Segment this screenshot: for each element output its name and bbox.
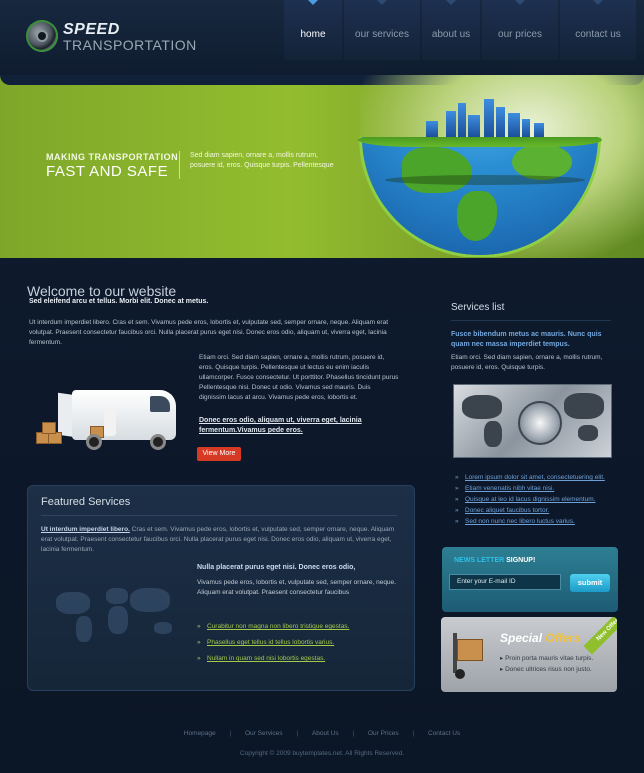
copyright: Copyright © 2009 buytemplates.net. All R… [239,750,405,757]
globe-grass [358,137,602,147]
featured-list: Curabitur non magna non libero tristique… [197,619,407,667]
globe-body [362,137,598,255]
logo-disc-icon [26,20,58,52]
services-list: Lorem ipsum dolor sit amet, consectetuer… [455,472,625,527]
services-heading: Fusce bibendum metus ac mauris. Nunc qui… [451,331,602,348]
nav-our-services[interactable]: our services [344,0,420,60]
footer-nav: Homepage | Our Services | About Us | Our… [0,730,644,737]
page: SPEED TRANSPORTATION home our services a… [0,0,644,773]
divider [41,515,397,516]
nav-contact-us[interactable]: contact us [560,0,636,60]
logo-subtitle: TRANSPORTATION [63,37,197,53]
main-nav: home our services about us our prices co… [284,0,638,60]
hero-banner: MAKING TRANSPORTATION FAST AND SAFE Sed … [0,75,644,258]
welcome-paragraph: Ut interdum imperdiet libero. Cras et se… [29,319,389,346]
welcome-title: Welcome to our website [27,283,177,299]
nav-marker-icon [377,0,387,5]
delivery-van-image [32,386,182,462]
featured-paragraph-2: Vivamus pede eros, lobortis et, vulputat… [197,579,396,596]
nav-home[interactable]: home [284,0,342,60]
nav-marker-icon [446,0,456,5]
hero-text: Sed diam sapien, ornare a, mollis rutrum… [190,152,334,169]
nav-marker-icon [593,0,603,5]
wheel-icon [455,669,465,679]
special-offer-item: ▸ Donec ultrices risus non justo. [500,666,592,673]
services-text: Etiam orci. Sed diam sapien, ornare a, m… [451,354,603,371]
globe [358,137,602,257]
footer-link-prices[interactable]: Our Prices [368,730,399,737]
services-list-item[interactable]: Etiam venenatis nibh vitae nisi. [455,483,625,494]
featured-list-item[interactable]: Curabitur non magna non libero tristique… [197,619,407,635]
compass-icon [518,401,562,445]
welcome-subtitle: Sed eleifend arcu et tellus. Morbi elit.… [29,298,209,305]
featured-title: Featured Services [41,496,131,508]
city-skyline [406,97,556,137]
nav-marker-icon [308,0,318,5]
services-list-item[interactable]: Lorem ipsum dolor sit amet, consectetuer… [455,472,625,483]
nav-our-prices[interactable]: our prices [482,0,558,60]
featured-heading: Nulla placerat purus eget nisi. Donec er… [197,564,356,571]
submit-button[interactable]: submit [570,574,610,592]
welcome-link[interactable]: Donec eros odio, aliquam ut, viverra ege… [199,416,399,436]
services-list-item[interactable]: Sed non nunc nec libero luctus varius. [455,516,625,527]
footer-separator: | [412,730,415,737]
hero-title: FAST AND SAFE [46,163,169,180]
footer-separator: | [296,730,299,737]
services-title: Services list [451,302,505,313]
services-list-item[interactable]: Quisque at leo id lacus dignissim elemen… [455,494,625,505]
welcome-paragraph-2: Etiam orci. Sed diam sapien, ornare a, m… [199,354,399,401]
featured-services-panel: Featured Services Ut interdum imperdiet … [27,485,415,691]
footer-link-services[interactable]: Our Services [245,730,283,737]
globe-city-illustration [358,99,602,257]
featured-lead-link[interactable]: Ut interdum imperdiet libero. [41,526,130,533]
package-icon [457,639,483,661]
footer-link-homepage[interactable]: Homepage [184,730,216,737]
logo[interactable]: SPEED TRANSPORTATION [26,18,216,54]
special-offer-item: ▸ Proin porta mauris vitae turpis. [500,655,594,662]
email-field[interactable]: Enter your E-mail ID [449,574,561,590]
featured-paragraph: Ut interdum imperdiet libero. Cras et se… [41,525,403,555]
nav-about-us[interactable]: about us [422,0,480,60]
hero-divider [179,151,180,179]
view-more-button[interactable]: View More [197,447,241,461]
footer-separator: | [352,730,355,737]
compass-map-image [453,384,612,458]
special-offers-title: Special Offers [500,631,581,645]
footer-link-contact[interactable]: Contact Us [428,730,460,737]
newsletter-title: NEWS LETTER SIGNUP! [454,557,536,564]
nav-marker-icon [515,0,525,5]
hero-kicker: MAKING TRANSPORTATION [46,152,179,162]
services-list-item[interactable]: Donec aliquet faucibus tortor. [455,505,625,516]
divider [451,320,611,321]
world-map-image [50,582,180,652]
new-offers-ribbon: New Offers [583,617,617,655]
footer-separator: | [229,730,232,737]
globe-shadow [385,175,585,185]
featured-list-item[interactable]: Nullam in quam sed nisi lobortis egestas… [197,651,407,667]
newsletter-box: NEWS LETTER SIGNUP! Enter your E-mail ID… [442,547,618,612]
footer-link-about[interactable]: About Us [312,730,339,737]
featured-list-item[interactable]: Phasellus eget tellus id tellus lobortis… [197,635,407,651]
special-offers-box[interactable]: Special Offers ▸ Proin porta mauris vita… [441,617,617,692]
header: SPEED TRANSPORTATION home our services a… [0,0,644,75]
